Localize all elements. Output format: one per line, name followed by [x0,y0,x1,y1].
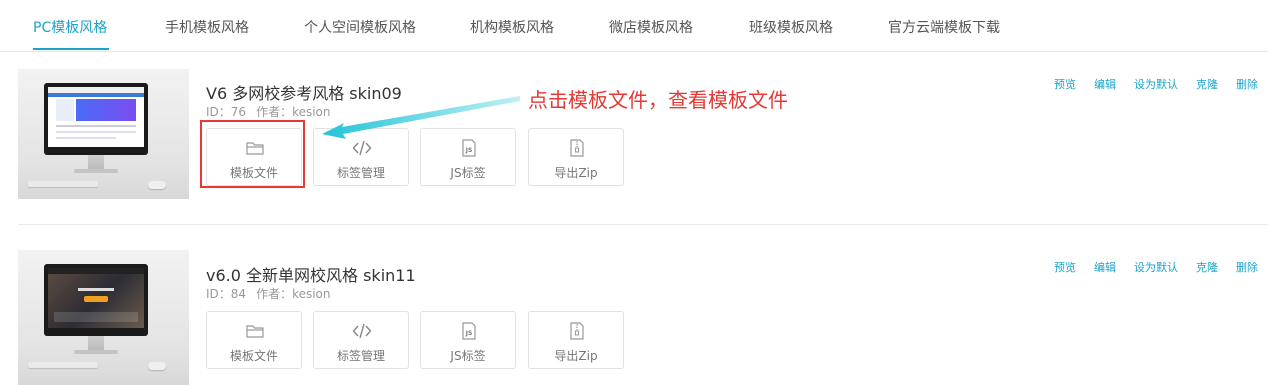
annotation-text: 点击模板文件，查看模板文件 [528,88,788,112]
button-label: 标签管理 [336,349,385,363]
template-author: 作者：kesion [256,287,331,301]
template-thumbnail[interactable] [18,250,189,385]
template-title: v6.0 全新单网校风格 skin11 [206,266,416,285]
delete-link[interactable]: 删除 [1236,261,1258,274]
template-meta: ID：84 作者：kesion [206,285,341,302]
template-actions: 预览 编辑 设为默认 克隆 删除 [1036,259,1258,275]
template-divider [18,224,1268,225]
button-label: 模板文件 [229,349,278,363]
button-label: 导出Zip [554,349,598,363]
template-files-button[interactable]: 模板文件 [206,311,302,369]
button-label: JS标签 [450,349,486,363]
monitor-image [44,264,148,336]
set-default-link[interactable]: 设为默认 [1134,261,1178,274]
export-zip-button[interactable]: 导出Zip [528,311,624,369]
template-id: ID：84 [206,287,247,301]
edit-link[interactable]: 编辑 [1094,261,1116,274]
js-file-icon: JS [462,322,476,340]
zip-file-icon [570,322,584,340]
js-tags-button[interactable]: JS JS标签 [420,311,516,369]
preview-link[interactable]: 预览 [1054,261,1076,274]
code-icon [352,323,372,339]
svg-text:JS: JS [465,330,473,337]
highlight-box [200,120,305,188]
clone-link[interactable]: 克隆 [1196,261,1218,274]
tag-management-button[interactable]: 标签管理 [313,311,409,369]
folder-icon [246,325,264,338]
